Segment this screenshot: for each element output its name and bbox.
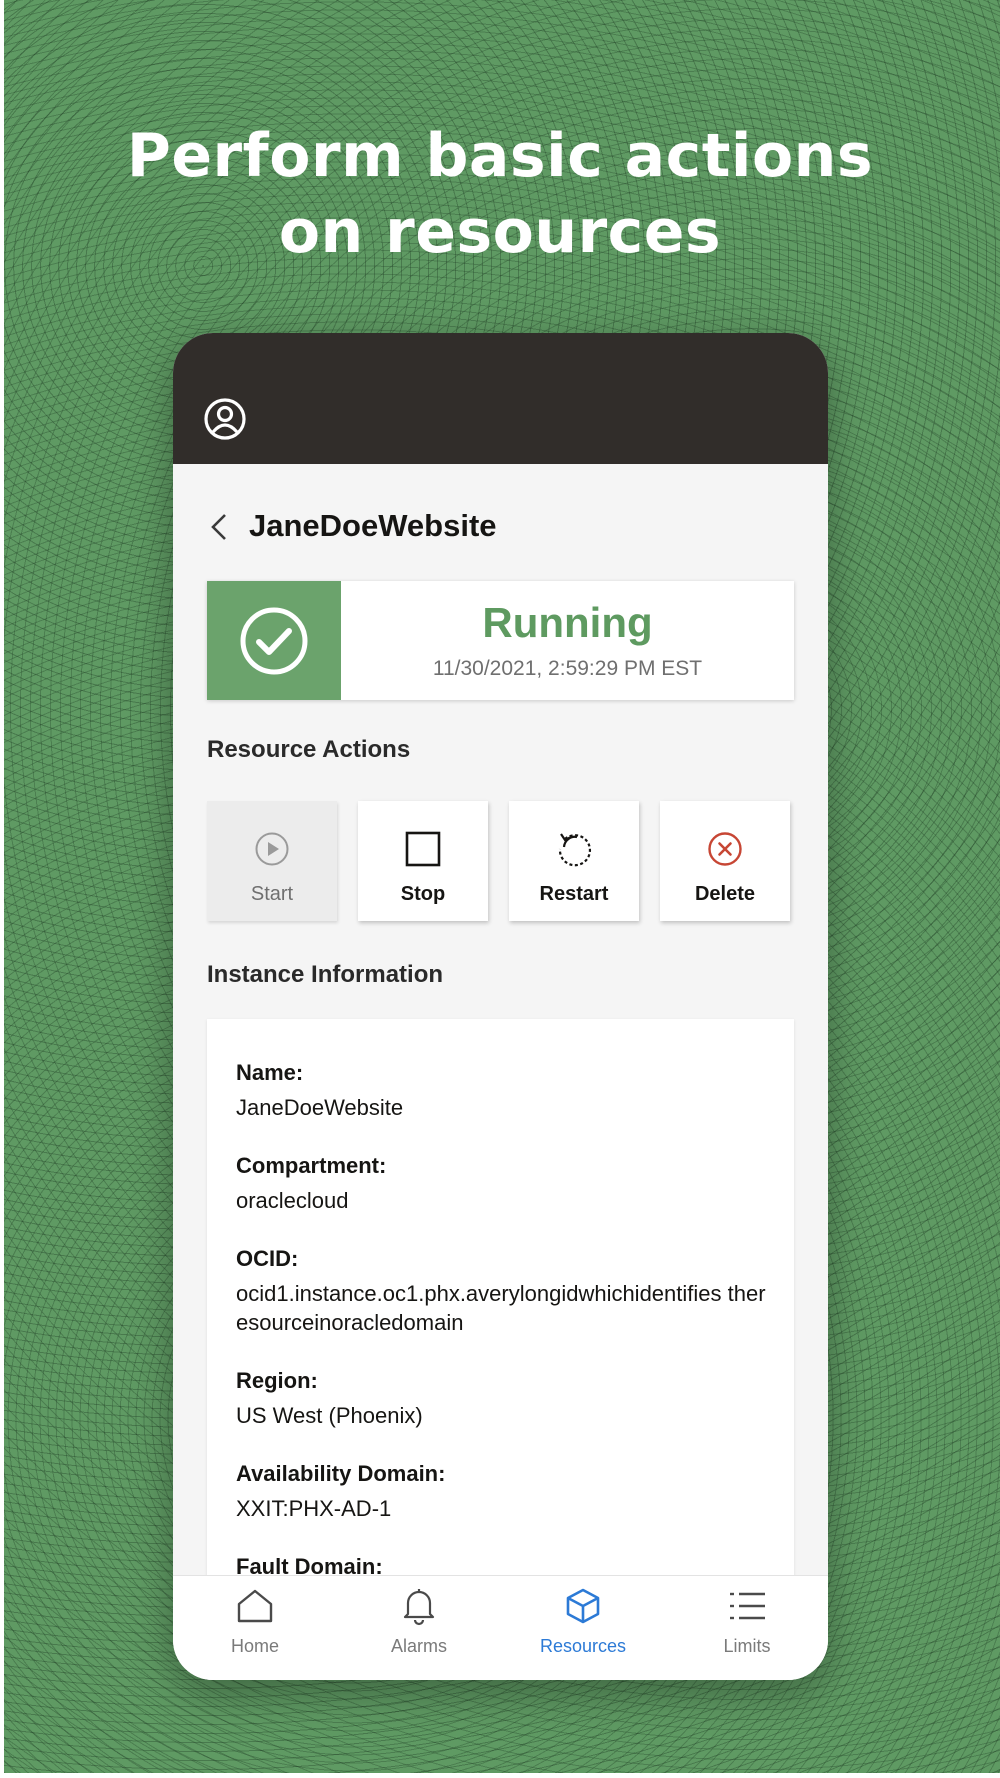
status-icon-box <box>207 581 341 700</box>
field-value: JaneDoeWebsite <box>236 1095 404 1120</box>
status-timestamp: 11/30/2021, 2:59:29 PM EST <box>432 657 703 680</box>
field-label: Name: <box>236 1060 304 1085</box>
field-name: Name: JaneDoeWebsite <box>236 1059 776 1122</box>
bell-icon <box>403 1589 435 1626</box>
field-compartment: Compartment: oraclecloud <box>236 1152 776 1215</box>
tab-alarms[interactable]: Alarms <box>337 1576 501 1680</box>
tab-limits-label: Limits <box>723 1636 771 1656</box>
app-header <box>173 333 828 464</box>
stop-button-label: Stop <box>400 883 446 905</box>
resource-actions: Start Stop Restart Delete <box>207 801 797 923</box>
delete-button[interactable]: Delete <box>660 801 790 921</box>
list-icon <box>730 1592 765 1620</box>
field-label: Availability Domain: <box>236 1461 446 1486</box>
headline-line-1: Perform basic actions <box>126 121 874 191</box>
home-icon <box>237 1589 273 1623</box>
tab-home[interactable]: Home <box>173 1576 337 1680</box>
headline-line-2: on resources <box>278 197 722 267</box>
page-title: JaneDoeWebsite <box>249 508 497 543</box>
headline: Perform basic actions on resources <box>0 118 1000 270</box>
field-value: XXIT:PHX-AD-1 <box>236 1496 392 1521</box>
field-value: oraclecloud <box>236 1188 349 1213</box>
tab-limits[interactable]: Limits <box>665 1576 828 1680</box>
instance-information-title: Instance Information <box>207 961 444 988</box>
tab-resources-label: Resources <box>539 1636 627 1656</box>
restart-button[interactable]: Restart <box>509 801 639 921</box>
status-card: Running 11/30/2021, 2:59:29 PM EST <box>207 581 794 700</box>
chevron-left-icon[interactable] <box>207 512 231 542</box>
field-ocid: OCID: ocid1.instance.oc1.phx.averylongid… <box>236 1245 776 1337</box>
tab-home-label: Home <box>230 1636 279 1656</box>
page-header: JaneDoeWebsite <box>173 496 828 556</box>
bottom-tab-bar: Home Alarms Resources Limits <box>173 1575 828 1680</box>
tab-resources[interactable]: Resources <box>501 1576 665 1680</box>
field-label: OCID: <box>236 1246 299 1271</box>
field-label: Region: <box>236 1368 318 1393</box>
resource-actions-title: Resource Actions <box>207 736 411 763</box>
field-availability-domain: Availability Domain: XXIT:PHX-AD-1 <box>236 1460 776 1523</box>
field-region: Region: US West (Phoenix) <box>236 1367 776 1430</box>
delete-circle-icon <box>708 832 742 866</box>
cube-icon <box>566 1588 600 1624</box>
tab-alarms-label: Alarms <box>390 1636 447 1656</box>
instance-info-card: Name: JaneDoeWebsite Compartment: oracle… <box>207 1019 794 1619</box>
user-circle-icon[interactable] <box>203 397 247 441</box>
delete-button-label: Delete <box>694 883 756 905</box>
start-button-label: Start <box>250 883 294 905</box>
field-label: Compartment: <box>236 1153 387 1178</box>
stop-button[interactable]: Stop <box>358 801 488 921</box>
phone-screen: JaneDoeWebsite Running 11/30/2021, 2:59:… <box>173 333 828 1680</box>
play-circle-icon <box>255 832 289 866</box>
stop-square-icon <box>405 831 441 867</box>
restart-button-label: Restart <box>539 883 609 905</box>
restart-icon <box>558 833 592 867</box>
check-circle-icon <box>240 607 308 675</box>
field-value: ocid1.instance.oc1.phx.averylongidwhichi… <box>236 1281 766 1335</box>
field-value: US West (Phoenix) <box>236 1403 423 1428</box>
status-label: Running <box>482 599 653 646</box>
start-button[interactable]: Start <box>207 801 337 921</box>
